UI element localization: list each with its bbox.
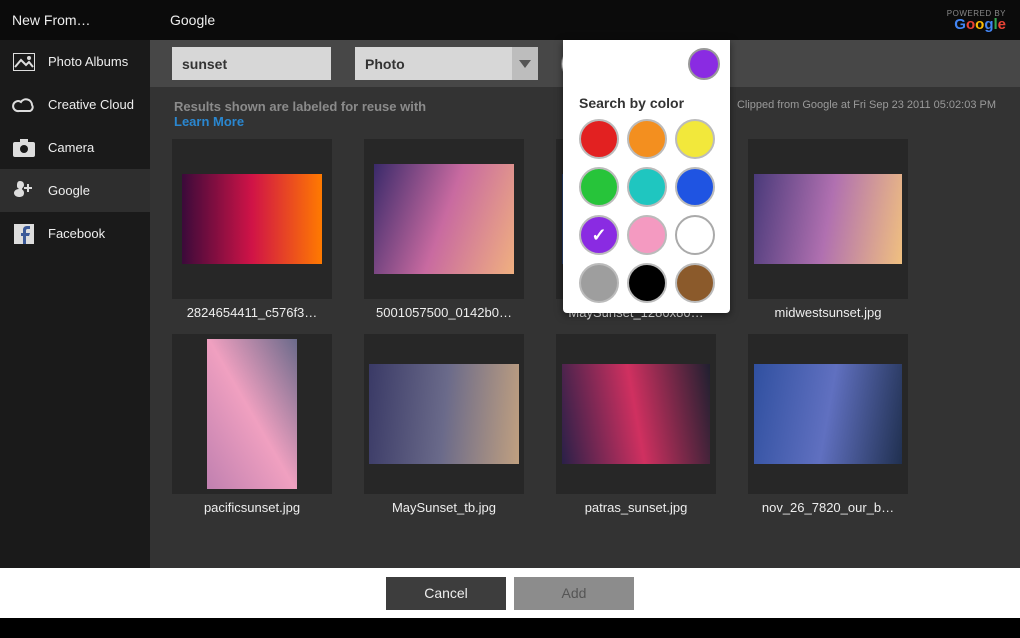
- sidebar-item-photo-albums[interactable]: Photo Albums: [0, 40, 150, 83]
- results-label: Results shown are labeled for reuse with: [174, 99, 426, 114]
- add-button[interactable]: Add: [514, 577, 634, 610]
- source-title: Google: [150, 12, 215, 28]
- color-popover: Search by color: [563, 40, 730, 313]
- photo-albums-icon: [12, 50, 36, 74]
- result-thumbnail[interactable]: [364, 139, 524, 299]
- color-swatch[interactable]: [579, 215, 619, 255]
- result-thumbnail[interactable]: [748, 139, 908, 299]
- result-caption: nov_26_7820_our_b…: [748, 500, 908, 515]
- dialog-title: New From…: [0, 12, 150, 28]
- color-swatch[interactable]: [627, 215, 667, 255]
- camera-icon: [12, 136, 36, 160]
- result-caption: pacificsunset.jpg: [172, 500, 332, 515]
- sidebar-item-google[interactable]: Google: [0, 169, 150, 212]
- system-nav-bar: [0, 618, 1020, 638]
- color-swatch[interactable]: [627, 263, 667, 303]
- sidebar-item-label: Creative Cloud: [48, 97, 134, 112]
- result-caption: patras_sunset.jpg: [556, 500, 716, 515]
- color-swatch[interactable]: [627, 167, 667, 207]
- result-caption: 5001057500_0142b0…: [364, 305, 524, 320]
- search-input[interactable]: [172, 47, 331, 80]
- color-swatch[interactable]: [579, 167, 619, 207]
- creative-cloud-icon: [12, 93, 36, 117]
- sidebar-item-creative-cloud[interactable]: Creative Cloud: [0, 83, 150, 126]
- powered-by: POWERED BY Google: [947, 9, 1020, 32]
- color-swatch[interactable]: [579, 263, 619, 303]
- color-swatch[interactable]: [675, 119, 715, 159]
- cancel-button[interactable]: Cancel: [386, 577, 506, 610]
- clip-timestamp: Clipped from Google at Fri Sep 23 2011 0…: [737, 99, 996, 129]
- result-caption: midwestsunset.jpg: [748, 305, 908, 320]
- color-swatch[interactable]: [675, 167, 715, 207]
- google-logo: Google: [947, 18, 1006, 32]
- facebook-icon: [12, 222, 36, 246]
- color-swatch[interactable]: [675, 215, 715, 255]
- color-swatch[interactable]: [579, 119, 619, 159]
- sidebar-item-label: Camera: [48, 140, 94, 155]
- sidebar-item-camera[interactable]: Camera: [0, 126, 150, 169]
- result-caption: MaySunset_tb.jpg: [364, 500, 524, 515]
- result-thumbnail[interactable]: [748, 334, 908, 494]
- result-thumbnail[interactable]: [172, 334, 332, 494]
- result-caption: 2824654411_c576f3…: [172, 305, 332, 320]
- color-swatch[interactable]: [627, 119, 667, 159]
- color-filter-trigger-open[interactable]: [688, 48, 720, 80]
- sidebar-item-label: Facebook: [48, 226, 105, 241]
- type-select-value: Photo: [365, 56, 405, 72]
- result-thumbnail[interactable]: [364, 334, 524, 494]
- chevron-down-icon[interactable]: [512, 47, 538, 80]
- sidebar: Photo Albums Creative Cloud Camera Googl…: [0, 40, 150, 568]
- top-bar: New From… Google POWERED BY Google: [0, 0, 1020, 40]
- result-thumbnail[interactable]: [172, 139, 332, 299]
- sidebar-item-label: Photo Albums: [48, 54, 128, 69]
- sidebar-item-label: Google: [48, 183, 90, 198]
- sidebar-item-facebook[interactable]: Facebook: [0, 212, 150, 255]
- google-plus-icon: [12, 179, 36, 203]
- type-select[interactable]: Photo: [355, 47, 514, 80]
- color-popover-title: Search by color: [563, 87, 730, 119]
- color-swatch[interactable]: [675, 263, 715, 303]
- result-thumbnail[interactable]: [556, 334, 716, 494]
- footer: Cancel Add: [0, 568, 1020, 618]
- learn-more-link[interactable]: Learn More: [174, 114, 244, 129]
